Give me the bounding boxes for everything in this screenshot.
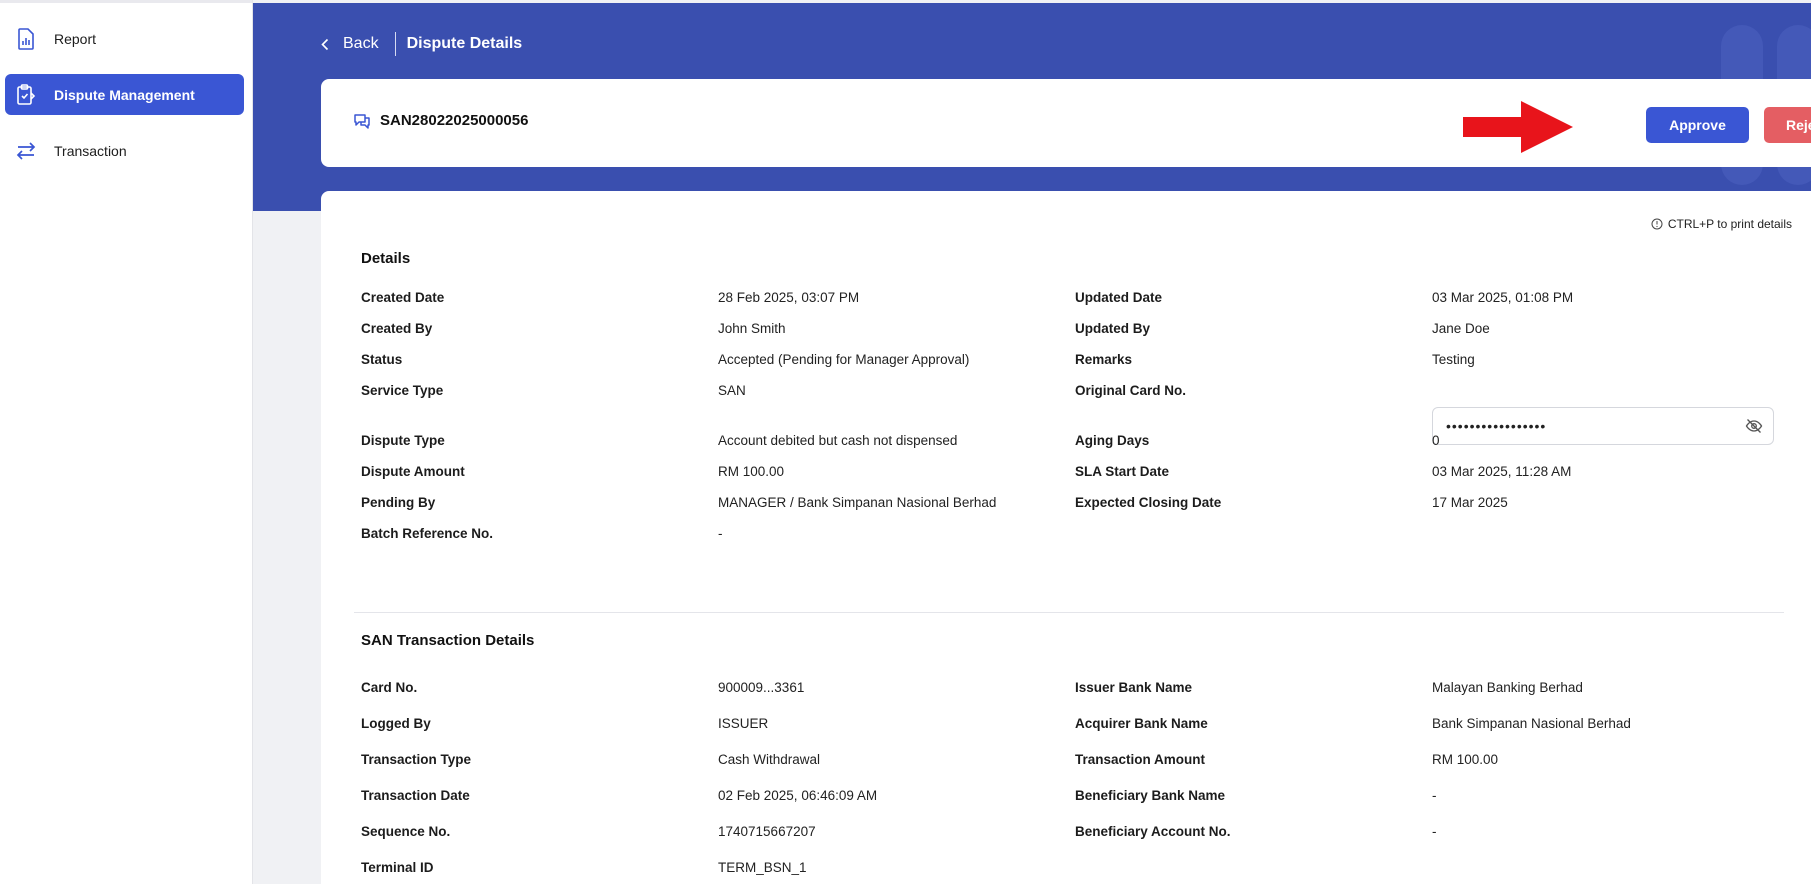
detail-row: Created Date 28 Feb 2025, 03:07 PM Updat… [361, 290, 1781, 310]
field-label: Transaction Amount [1075, 752, 1206, 767]
field-label: Expected Closing Date [1075, 495, 1222, 510]
field-label: Card No. [361, 680, 418, 695]
field-value: RM 100.00 [1432, 752, 1499, 767]
field-value: TERM_BSN_1 [718, 860, 807, 875]
dispute-id: SAN28022025000056 [380, 112, 529, 129]
field-label: Logged By [361, 716, 431, 731]
section-title-details: Details [361, 250, 411, 267]
field-value: Testing [1432, 352, 1475, 367]
report-icon [14, 27, 38, 51]
sidebar-item-dispute-management[interactable]: Dispute Management [5, 74, 244, 115]
field-label: Dispute Amount [361, 464, 465, 479]
transaction-row: Sequence No. 1740715667207 Beneficiary A… [361, 824, 1781, 844]
back-label: Back [343, 35, 379, 52]
sidebar-item-label: Report [54, 30, 97, 47]
field-label: Transaction Type [361, 752, 472, 767]
sidebar-item-label: Dispute Management [54, 86, 195, 103]
clipboard-icon [14, 83, 38, 107]
field-value: Account debited but cash not dispensed [718, 433, 958, 448]
header-bar: Back Dispute Details [321, 30, 522, 58]
transaction-row: Terminal ID TERM_BSN_1 [361, 860, 1781, 880]
transaction-row: Logged By ISSUER Acquirer Bank Name Bank… [361, 716, 1781, 736]
field-label: Beneficiary Account No. [1075, 824, 1231, 839]
field-label: Updated Date [1075, 290, 1163, 305]
print-hint-text: CTRL+P to print details [1667, 217, 1792, 231]
field-label: Issuer Bank Name [1075, 680, 1193, 695]
field-label: Aging Days [1075, 433, 1150, 448]
field-label: Dispute Type [361, 433, 445, 448]
field-value: 1740715667207 [718, 824, 816, 839]
sidebar-item-transaction[interactable]: Transaction [5, 130, 244, 171]
detail-row: Status Accepted (Pending for Manager App… [361, 352, 1781, 372]
dispute-id-card: SAN28022025000056 Approve Reject [321, 79, 1811, 167]
field-label: Created By [361, 321, 433, 336]
detail-row: Created By John Smith Updated By Jane Do… [361, 321, 1781, 341]
transaction-row: Transaction Date 02 Feb 2025, 06:46:09 A… [361, 788, 1781, 808]
section-divider [354, 612, 1784, 613]
detail-row: Service Type SAN Original Card No. [361, 383, 1781, 403]
sidebar: Report Dispute Management Transaction [0, 0, 253, 884]
info-icon [1651, 218, 1663, 230]
red-arrow-annotation-icon [1463, 101, 1573, 158]
chevron-left-icon [321, 38, 329, 51]
sidebar-item-label: Transaction [54, 142, 127, 159]
field-value: 28 Feb 2025, 03:07 PM [718, 290, 860, 305]
section-title-transaction: SAN Transaction Details [361, 632, 535, 649]
field-value: - [1432, 824, 1437, 839]
field-label: Sequence No. [361, 824, 451, 839]
field-label: Service Type [361, 383, 444, 398]
field-value: SAN [718, 383, 746, 398]
sidebar-item-report[interactable]: Report [5, 18, 244, 59]
detail-row: Batch Reference No. - [361, 526, 1781, 546]
detail-row: Dispute Amount RM 100.00 SLA Start Date … [361, 464, 1781, 484]
transaction-row: Card No. 900009...3361 Issuer Bank Name … [361, 680, 1781, 700]
field-value: 03 Mar 2025, 01:08 PM [1432, 290, 1574, 305]
page-title: Dispute Details [406, 35, 523, 52]
field-label: Acquirer Bank Name [1075, 716, 1208, 731]
print-hint: CTRL+P to print details [1651, 217, 1792, 231]
transfer-arrows-icon [14, 139, 38, 163]
field-label: Terminal ID [361, 860, 434, 875]
masked-card-number: ••••••••••••••••• [1446, 418, 1547, 434]
detail-row: Pending By MANAGER / Bank Simpanan Nasio… [361, 495, 1781, 515]
field-value: John Smith [718, 321, 786, 336]
sidebar-top-border [0, 0, 252, 3]
detail-row: Dispute Type Account debited but cash no… [361, 433, 1781, 453]
field-label: Remarks [1075, 352, 1133, 367]
chat-bubbles-icon [353, 113, 371, 135]
field-value: RM 100.00 [718, 464, 785, 479]
field-label: Status [361, 352, 403, 367]
field-value: 900009...3361 [718, 680, 805, 695]
field-value: 03 Mar 2025, 11:28 AM [1432, 464, 1572, 479]
field-value: Jane Doe [1432, 321, 1490, 336]
details-card: CTRL+P to print details Details Created … [321, 191, 1811, 884]
approve-button[interactable]: Approve [1646, 107, 1749, 143]
field-label: Updated By [1075, 321, 1151, 336]
field-value: 0 [1432, 433, 1440, 448]
field-value: Cash Withdrawal [718, 752, 821, 767]
field-label: Original Card No. [1075, 383, 1187, 398]
transaction-row: Transaction Type Cash Withdrawal Transac… [361, 752, 1781, 772]
field-value: ISSUER [718, 716, 769, 731]
field-label: Pending By [361, 495, 436, 510]
field-value: 02 Feb 2025, 06:46:09 AM [718, 788, 878, 803]
field-label: Batch Reference No. [361, 526, 494, 541]
field-value: - [1432, 788, 1437, 803]
field-label: SLA Start Date [1075, 464, 1170, 479]
field-value: 17 Mar 2025 [1432, 495, 1508, 510]
field-value: MANAGER / Bank Simpanan Nasional Berhad [718, 495, 997, 510]
field-value: Bank Simpanan Nasional Berhad [1432, 716, 1631, 731]
field-label: Beneficiary Bank Name [1075, 788, 1226, 803]
back-button[interactable]: Back [321, 32, 396, 56]
field-value: Accepted (Pending for Manager Approval) [718, 352, 970, 367]
field-value: Malayan Banking Berhad [1432, 680, 1583, 695]
field-value: - [718, 526, 723, 541]
reject-button[interactable]: Reject [1764, 107, 1811, 143]
main-content: Back Dispute Details SAN28022025000056 A… [253, 0, 1811, 884]
field-label: Created Date [361, 290, 445, 305]
field-label: Transaction Date [361, 788, 470, 803]
